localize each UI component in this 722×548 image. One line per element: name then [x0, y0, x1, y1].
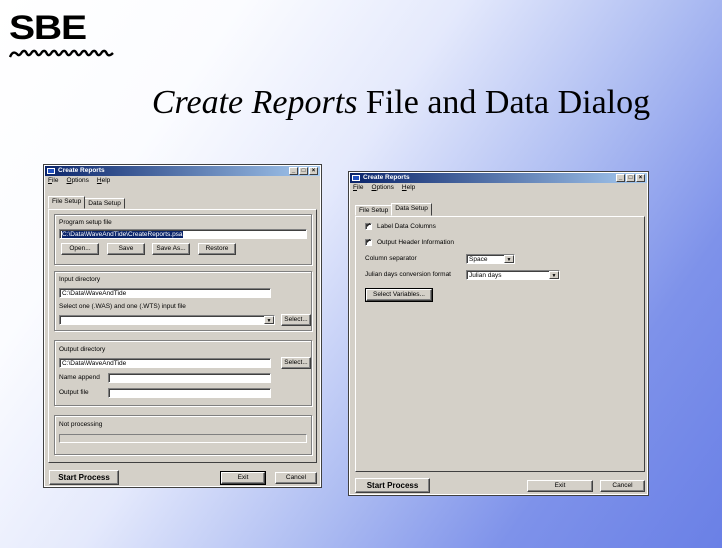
window-title: Create Reports: [58, 167, 105, 174]
name-append-label: Name append: [59, 374, 100, 381]
output-group: Output directory C:\Data\WaveAndTide Sel…: [54, 340, 312, 406]
dropdown-arrow-icon[interactable]: ▼: [549, 271, 559, 279]
data-setup-panel: ✓ Label Data Columns ✓ Output Header Inf…: [355, 216, 645, 472]
title-bar[interactable]: Create Reports _ □ ×: [350, 173, 647, 183]
julian-days-value: Julian days: [469, 272, 502, 279]
tab-data-setup[interactable]: Data Setup: [391, 203, 432, 216]
output-file-label: Output file: [59, 389, 89, 396]
save-as-button[interactable]: Save As...: [152, 243, 190, 255]
slide-title-italic: Create Reports: [151, 84, 358, 121]
input-select-button[interactable]: Select...: [281, 314, 311, 326]
menu-file[interactable]: File: [48, 176, 59, 186]
input-file-label: Select one (.WAS) and one (.WTS) input f…: [59, 303, 186, 310]
output-select-button[interactable]: Select...: [281, 357, 311, 369]
cancel-button[interactable]: Cancel: [275, 472, 317, 484]
menu-file[interactable]: File: [353, 183, 364, 193]
input-file-dropdown[interactable]: ▼: [59, 315, 275, 325]
status-group: Not processing: [54, 415, 312, 455]
close-icon[interactable]: ×: [636, 174, 645, 182]
name-append-field[interactable]: [108, 373, 271, 383]
exit-button[interactable]: Exit: [220, 471, 266, 485]
menu-help[interactable]: Help: [97, 176, 110, 186]
program-setup-value: C:\Data\WaveAndTide\CreateReports.psa: [62, 231, 183, 238]
program-setup-group: Program setup file C:\Data\WaveAndTide\C…: [54, 214, 312, 265]
start-process-button[interactable]: Start Process: [355, 478, 430, 493]
app-icon: [352, 175, 360, 181]
status-label: Not processing: [59, 421, 103, 428]
tab-strip: File Setup Data Setup: [355, 203, 432, 216]
open-button[interactable]: Open...: [61, 243, 99, 255]
minimize-icon[interactable]: _: [289, 167, 298, 175]
tab-strip: File Setup Data Setup: [48, 196, 125, 209]
column-separator-value: Space: [469, 256, 488, 263]
close-icon[interactable]: ×: [309, 167, 318, 175]
column-separator-dropdown[interactable]: Space ▼: [466, 254, 515, 264]
checkmark-icon: ✓: [366, 239, 372, 245]
logo-wave-icon: [9, 49, 114, 58]
exit-button[interactable]: Exit: [527, 480, 593, 492]
logo-text: SBE: [9, 9, 87, 47]
sbe-logo: SBE: [9, 8, 121, 64]
start-process-button[interactable]: Start Process: [49, 470, 119, 485]
minimize-icon[interactable]: _: [616, 174, 625, 182]
save-button[interactable]: Save: [107, 243, 145, 255]
dropdown-arrow-icon[interactable]: ▼: [264, 316, 274, 324]
label-data-columns-label: Label Data Columns: [377, 223, 436, 230]
output-directory-field[interactable]: C:\Data\WaveAndTide: [59, 358, 271, 368]
restore-button[interactable]: Restore: [198, 243, 236, 255]
maximize-icon[interactable]: □: [626, 174, 635, 182]
dropdown-arrow-icon[interactable]: ▼: [504, 255, 514, 263]
app-icon: [47, 168, 55, 174]
menu-help[interactable]: Help: [402, 183, 415, 193]
slide-title-rest: File and Data Dialog: [357, 84, 651, 121]
output-header-label: Output Header Information: [377, 239, 454, 246]
create-reports-window-data-setup: Create Reports _ □ × File Options Help F…: [348, 171, 649, 496]
progress-bar: [59, 434, 307, 443]
julian-days-dropdown[interactable]: Julian days ▼: [466, 270, 560, 280]
julian-days-label: Julian days conversion format: [365, 271, 451, 278]
program-setup-label: Program setup file: [59, 219, 112, 226]
menu-options[interactable]: Options: [67, 176, 89, 186]
maximize-icon[interactable]: □: [299, 167, 308, 175]
cancel-button[interactable]: Cancel: [600, 480, 645, 492]
menu-bar: File Options Help: [350, 183, 647, 193]
tab-file-setup[interactable]: File Setup: [355, 205, 393, 216]
slide-title: Create Reports File and Data Dialog: [0, 83, 722, 123]
window-title: Create Reports: [363, 174, 410, 181]
output-directory-label: Output directory: [59, 346, 106, 353]
tab-file-setup[interactable]: File Setup: [48, 196, 86, 209]
title-bar[interactable]: Create Reports _ □ ×: [45, 166, 320, 176]
select-variables-button[interactable]: Select Variables...: [365, 288, 433, 302]
file-setup-panel: Program setup file C:\Data\WaveAndTide\C…: [48, 209, 317, 463]
program-setup-field[interactable]: C:\Data\WaveAndTide\CreateReports.psa: [59, 229, 307, 239]
input-directory-field[interactable]: C:\Data\WaveAndTide: [59, 288, 271, 298]
menu-bar: File Options Help: [45, 176, 320, 186]
input-group: Input directory C:\Data\WaveAndTide Sele…: [54, 271, 312, 331]
label-data-columns-checkbox[interactable]: ✓: [365, 223, 372, 230]
output-file-field[interactable]: [108, 388, 271, 398]
checkmark-icon: ✓: [366, 223, 372, 229]
column-separator-label: Column separator: [365, 255, 417, 262]
tab-data-setup[interactable]: Data Setup: [84, 198, 125, 209]
menu-options[interactable]: Options: [372, 183, 394, 193]
input-directory-label: Input directory: [59, 276, 101, 283]
slide: SBE Create Reports File and Data Dialog …: [0, 0, 722, 548]
output-header-checkbox[interactable]: ✓: [365, 239, 372, 246]
create-reports-window-file-setup: Create Reports _ □ × File Options Help F…: [43, 164, 322, 488]
